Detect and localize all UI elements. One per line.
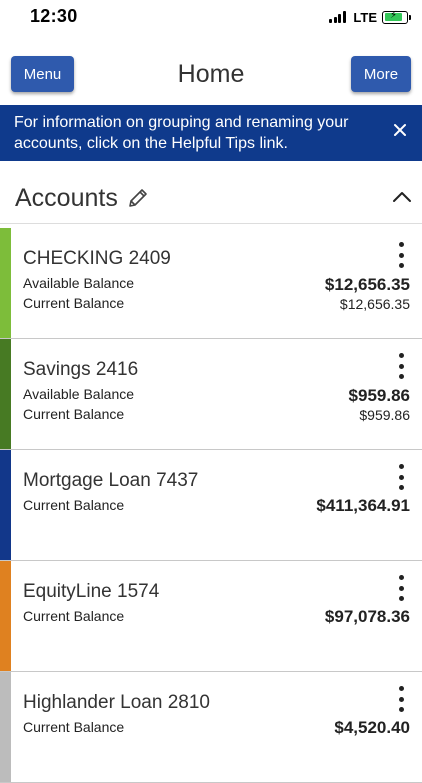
balance-amount: $959.86 xyxy=(359,407,410,423)
account-color-bar xyxy=(0,228,11,338)
balance-amount: $959.86 xyxy=(348,386,410,405)
account-row[interactable]: Mortgage Loan 7437 Current Balance $411,… xyxy=(0,450,422,561)
signal-icon xyxy=(329,11,347,23)
account-name: Highlander Loan 2810 xyxy=(23,692,210,713)
status-bar: 12:30 LTE ⚡ xyxy=(0,0,422,36)
balance-label: Current Balance xyxy=(23,719,125,735)
balance-amount: $411,364.91 xyxy=(316,496,410,515)
account-color-bar xyxy=(0,561,11,671)
accounts-section-header[interactable]: Accounts xyxy=(0,175,422,224)
balance-label: Available Balance xyxy=(23,275,135,291)
balance-label: Current Balance xyxy=(23,608,125,624)
app-header: Menu Home More xyxy=(0,50,422,102)
status-indicators: LTE ⚡ xyxy=(329,8,411,26)
balance-amount: $12,656.35 xyxy=(339,296,410,312)
balance-amount: $12,656.35 xyxy=(324,275,410,294)
account-name: Mortgage Loan 7437 xyxy=(23,470,199,491)
more-button[interactable]: More xyxy=(351,56,411,92)
close-icon[interactable] xyxy=(392,123,408,139)
account-name: EquityLine 1574 xyxy=(23,581,160,602)
more-vertical-icon[interactable] xyxy=(397,353,405,379)
pencil-edit-icon[interactable] xyxy=(127,187,149,209)
balance-label: Current Balance xyxy=(23,295,125,311)
more-vertical-icon[interactable] xyxy=(397,575,405,601)
more-vertical-icon[interactable] xyxy=(397,464,405,490)
accounts-list: CHECKING 2409 Available Balance $12,656.… xyxy=(0,228,422,783)
banner-text: For information on grouping and renaming… xyxy=(14,114,349,152)
balance-amount: $97,078.36 xyxy=(324,607,410,626)
account-row[interactable]: Savings 2416 Available Balance $959.86 C… xyxy=(0,339,422,450)
accounts-title: Accounts xyxy=(15,184,118,212)
info-banner: For information on grouping and renaming… xyxy=(0,105,422,161)
account-name: Savings 2416 xyxy=(23,359,139,380)
chevron-up-icon[interactable] xyxy=(392,189,412,205)
account-color-bar xyxy=(0,672,11,782)
battery-charging-icon: ⚡ xyxy=(382,10,411,24)
status-time: 12:30 xyxy=(30,6,78,26)
balance-label: Current Balance xyxy=(23,406,125,422)
more-vertical-icon[interactable] xyxy=(397,686,405,712)
account-color-bar xyxy=(0,339,11,449)
account-color-bar xyxy=(0,450,11,560)
account-row[interactable]: EquityLine 1574 Current Balance $97,078.… xyxy=(0,561,422,672)
balance-label: Current Balance xyxy=(23,497,125,513)
more-vertical-icon[interactable] xyxy=(397,242,405,268)
account-row[interactable]: CHECKING 2409 Available Balance $12,656.… xyxy=(0,228,422,339)
network-label: LTE xyxy=(353,9,377,25)
balance-amount: $4,520.40 xyxy=(334,718,410,737)
account-row[interactable]: Highlander Loan 2810 Current Balance $4,… xyxy=(0,672,422,783)
balance-label: Available Balance xyxy=(23,386,135,402)
account-name: CHECKING 2409 xyxy=(23,248,171,269)
